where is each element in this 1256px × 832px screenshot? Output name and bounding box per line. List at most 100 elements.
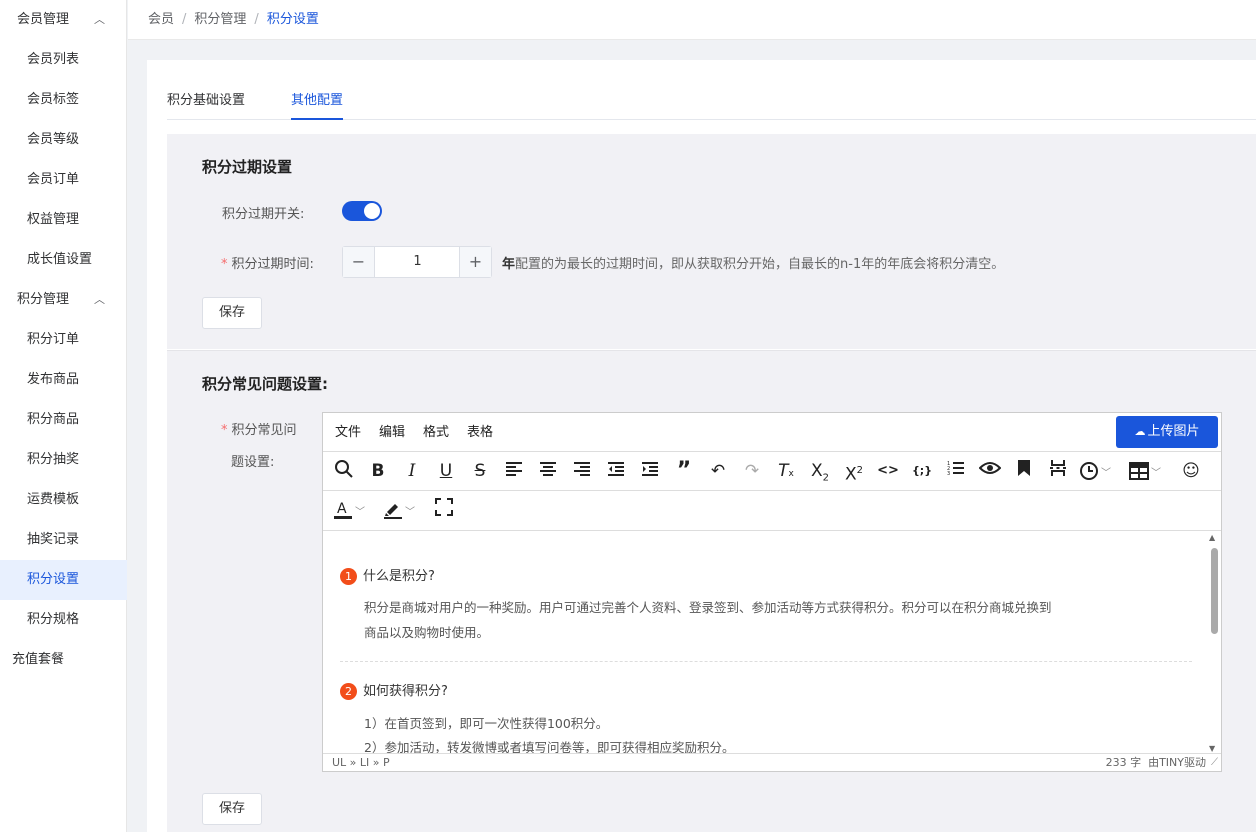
- menu-file[interactable]: 文件: [335, 413, 361, 453]
- sidebar-item-points-settings[interactable]: 积分设置: [0, 560, 127, 600]
- powered-by[interactable]: 由TINY驱动: [1148, 756, 1206, 769]
- scroll-up-icon[interactable]: ▲: [1209, 533, 1215, 542]
- chevron-down-icon: ﹀: [1151, 468, 1161, 479]
- underline-icon[interactable]: U: [433, 459, 459, 483]
- editor-toolbar-row2: A ﹀ ﹀: [323, 490, 1221, 530]
- sidebar-item-publish-product[interactable]: 发布商品: [0, 360, 127, 400]
- upload-image-button[interactable]: ☁ 上传图片: [1116, 416, 1218, 448]
- main-content: 积分基础设置 其他配置 积分过期设置 积分过期开关: * 积分过期时间: − 1 …: [147, 60, 1256, 832]
- page-break-icon[interactable]: [1045, 459, 1071, 483]
- align-left-icon[interactable]: [501, 459, 527, 483]
- faq-item: 2 如何获得积分?: [340, 680, 1195, 700]
- superscript-icon[interactable]: X2: [841, 459, 867, 485]
- chevron-down-icon: ﹀: [1101, 468, 1111, 479]
- chevron-down-icon: ﹀: [405, 507, 415, 518]
- svg-text:A: A: [337, 501, 347, 517]
- tab-other-config[interactable]: 其他配置: [291, 88, 344, 120]
- faq-label-line2: 题设置:: [231, 455, 275, 470]
- unit-label: 年: [502, 257, 516, 272]
- bookmark-icon[interactable]: [1011, 459, 1037, 483]
- numbered-list-icon[interactable]: 123: [943, 459, 969, 483]
- resize-handle-icon[interactable]: ⟋: [1211, 754, 1218, 771]
- decrement-button[interactable]: −: [343, 247, 375, 277]
- sidebar-group-points[interactable]: 积分管理 ︿: [0, 280, 127, 320]
- sidebar-item-points-specs[interactable]: 积分规格: [0, 600, 127, 640]
- sidebar-item-points-products[interactable]: 积分商品: [0, 400, 127, 440]
- menu-table[interactable]: 表格: [467, 413, 493, 453]
- required-mark: *: [221, 423, 228, 438]
- subscript-icon[interactable]: X2: [807, 459, 833, 483]
- preview-icon[interactable]: [977, 459, 1003, 483]
- sidebar-item-growth-settings[interactable]: 成长值设置: [0, 240, 127, 280]
- save-faq-button[interactable]: 保存: [202, 793, 262, 825]
- save-expiry-button[interactable]: 保存: [202, 297, 262, 329]
- expiry-switch-label: 积分过期开关:: [222, 207, 305, 222]
- cloud-upload-icon: ☁: [1134, 425, 1146, 438]
- sidebar-item-lottery-records[interactable]: 抽奖记录: [0, 520, 127, 560]
- breadcrumb-separator: /: [254, 12, 259, 27]
- faq-question: 如何获得积分?: [363, 684, 448, 699]
- text-color-icon[interactable]: A ﹀: [333, 498, 373, 522]
- tab-points-basic-settings[interactable]: 积分基础设置: [167, 88, 245, 120]
- blockquote-icon[interactable]: ”: [671, 459, 697, 483]
- italic-icon[interactable]: I: [399, 459, 425, 483]
- expiry-years-input[interactable]: 1: [376, 247, 459, 277]
- breadcrumb-separator: /: [182, 12, 187, 27]
- align-center-icon[interactable]: [535, 459, 561, 483]
- table-icon[interactable]: ﹀: [1129, 459, 1169, 483]
- breadcrumb-item[interactable]: 会员: [148, 12, 174, 27]
- increment-button[interactable]: +: [459, 247, 491, 277]
- expiry-toggle[interactable]: [342, 201, 382, 221]
- breadcrumb-item[interactable]: 积分管理: [194, 12, 246, 27]
- expiry-hint: 年配置的为最长的过期时间，即从获取积分开始，自最长的n-1年的年底会将积分清空。: [502, 253, 1004, 272]
- rich-text-editor: 文件 编辑 格式 表格 ☁ 上传图片 B I U S ” ↶ ↷ Tx X2 X…: [322, 412, 1222, 772]
- required-mark: *: [221, 257, 228, 272]
- scrollbar-thumb[interactable]: [1211, 548, 1218, 634]
- highlight-color-icon[interactable]: ﹀: [383, 498, 423, 522]
- clock-icon[interactable]: ﹀: [1079, 459, 1119, 483]
- search-icon[interactable]: [331, 459, 357, 483]
- sidebar-item-benefits[interactable]: 权益管理: [0, 200, 127, 240]
- sidebar-item-recharge-packages[interactable]: 充值套餐: [0, 640, 127, 680]
- emoji-icon[interactable]: ☺: [1178, 459, 1204, 483]
- remove-format-icon[interactable]: Tx: [773, 459, 799, 483]
- status-info: 233 字 由TINY驱动: [1106, 754, 1206, 771]
- strikethrough-icon[interactable]: S: [467, 459, 493, 483]
- scroll-down-icon[interactable]: ▼: [1209, 744, 1215, 753]
- align-right-icon[interactable]: [569, 459, 595, 483]
- expiry-years-stepper: − 1 +: [342, 246, 492, 278]
- code-sample-icon[interactable]: {;}: [909, 459, 935, 483]
- outdent-icon[interactable]: [603, 459, 629, 483]
- breadcrumb: 会员 / 积分管理 / 积分设置: [148, 0, 319, 40]
- code-icon[interactable]: <>: [875, 459, 901, 483]
- menu-format[interactable]: 格式: [423, 413, 449, 453]
- bold-icon[interactable]: B: [365, 459, 391, 483]
- sidebar-item-member-levels[interactable]: 会员等级: [0, 120, 127, 160]
- sidebar-group-member[interactable]: 会员管理 ︿: [0, 0, 127, 40]
- sidebar-item-member-tags[interactable]: 会员标签: [0, 80, 127, 120]
- sidebar-item-points-lottery[interactable]: 积分抽奖: [0, 440, 127, 480]
- chevron-down-icon: ﹀: [355, 507, 365, 518]
- editor-content[interactable]: 1 什么是积分? 积分是商城对用户的一种奖励。用户可通过完善个人资料、登录签到、参…: [323, 530, 1221, 754]
- faq-answer-line: 1）在首页签到，即可一次性获得100积分。: [364, 716, 609, 731]
- breadcrumb-current: 积分设置: [266, 12, 319, 27]
- faq-item: 1 什么是积分?: [340, 565, 1195, 585]
- faq-question: 什么是积分?: [363, 569, 435, 584]
- sidebar-item-shipping-template[interactable]: 运费模板: [0, 480, 127, 520]
- toggle-knob: [364, 203, 380, 219]
- faq-answer-line: 2）参加活动，转发微博或者填写问卷等，即可获得相应奖励积分。: [364, 740, 735, 754]
- sidebar-item-points-orders[interactable]: 积分订单: [0, 320, 127, 360]
- indent-icon[interactable]: [637, 459, 663, 483]
- element-path[interactable]: UL » LI » P: [332, 754, 390, 771]
- faq-answer-line: 商品以及购物时使用。: [364, 625, 490, 640]
- redo-icon[interactable]: ↷: [739, 459, 765, 483]
- fullscreen-icon[interactable]: [431, 498, 457, 522]
- word-count[interactable]: 233 字: [1106, 756, 1142, 769]
- sidebar-item-member-list[interactable]: 会员列表: [0, 40, 127, 80]
- faq-label-line1: * 积分常见问: [221, 419, 297, 438]
- sidebar-item-member-orders[interactable]: 会员订单: [0, 160, 127, 200]
- menu-edit[interactable]: 编辑: [379, 413, 405, 453]
- editor-statusbar: UL » LI » P 233 字 由TINY驱动 ⟋: [323, 753, 1221, 771]
- editor-scrollbar[interactable]: ▲ ▼: [1207, 531, 1221, 754]
- undo-icon[interactable]: ↶: [705, 459, 731, 483]
